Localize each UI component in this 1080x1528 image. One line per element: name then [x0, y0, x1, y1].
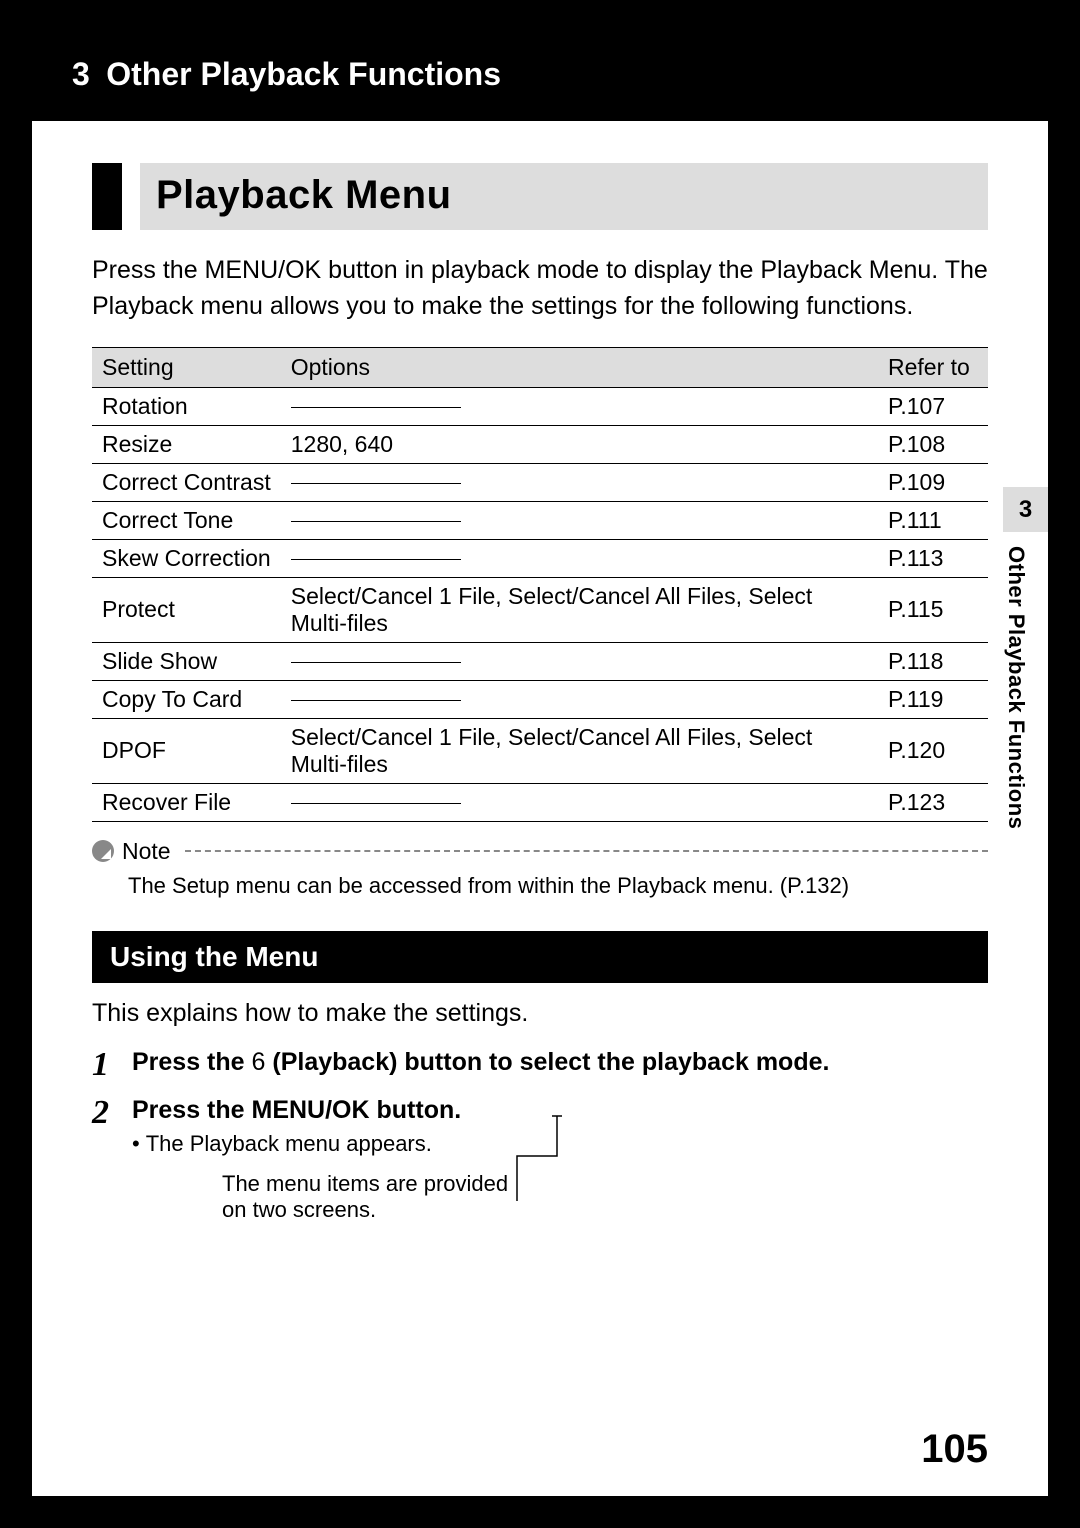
- cell-refer: P.115: [878, 577, 988, 642]
- step-2-sub-text: The Playback menu appears.: [146, 1131, 432, 1156]
- cell-options: [281, 642, 878, 680]
- cell-setting: Rotation: [92, 387, 281, 425]
- title-box: Playback Menu: [140, 163, 988, 230]
- dash-line: [291, 803, 461, 804]
- step-1: 1 Press the 6 (Playback) button to selec…: [92, 1048, 988, 1082]
- section-title-row: Playback Menu: [92, 163, 988, 230]
- table-row: Resize1280, 640P.108: [92, 425, 988, 463]
- cell-refer: P.120: [878, 718, 988, 783]
- explain-paragraph: This explains how to make the settings.: [92, 999, 988, 1028]
- callout: The menu items are provided on two scree…: [222, 1171, 988, 1223]
- table-row: Slide Show P.118: [92, 642, 988, 680]
- cell-refer: P.119: [878, 680, 988, 718]
- table-row: Skew Correction P.113: [92, 539, 988, 577]
- table-row: Recover File P.123: [92, 783, 988, 821]
- cell-setting: Protect: [92, 577, 281, 642]
- cell-options: 1280, 640: [281, 425, 878, 463]
- chapter-title: Other Playback Functions: [106, 56, 501, 92]
- table-row: Correct Tone P.111: [92, 501, 988, 539]
- dash-line: [291, 559, 461, 560]
- settings-table: Setting Options Refer to RotationP.107Re…: [92, 347, 988, 822]
- cell-refer: P.109: [878, 463, 988, 501]
- step-2-sub: •The Playback menu appears.: [132, 1131, 461, 1157]
- callout-leader-line: [482, 1101, 602, 1211]
- cell-setting: Resize: [92, 425, 281, 463]
- cell-options: [281, 783, 878, 821]
- table-row: Correct Contrast P.109: [92, 463, 988, 501]
- callout-text: The menu items are provided on two scree…: [222, 1171, 522, 1223]
- cell-options: [281, 463, 878, 501]
- cell-refer: P.107: [878, 387, 988, 425]
- note-block: Note The Setup menu can be accessed from…: [92, 838, 988, 899]
- intro-paragraph: Press the MENU/OK button in playback mod…: [92, 252, 988, 325]
- step-number: 1: [92, 1048, 132, 1082]
- note-dash-line: [185, 850, 988, 852]
- section-title: Playback Menu: [156, 173, 972, 218]
- note-text: The Setup menu can be accessed from with…: [128, 873, 787, 898]
- page: 3 Other Playback Functions 3 Other Playb…: [32, 32, 1048, 1496]
- content-area: Playback Menu Press the MENU/OK button i…: [32, 121, 1048, 1223]
- th-options: Options: [281, 347, 878, 387]
- device-frame: 3 Other Playback Functions 3 Other Playb…: [0, 0, 1080, 1528]
- cell-refer: P.108: [878, 425, 988, 463]
- cell-refer: P.118: [878, 642, 988, 680]
- note-ref: P.132): [787, 873, 849, 898]
- side-tab-number: 3: [1003, 487, 1048, 532]
- chapter-header: 3 Other Playback Functions: [32, 32, 1048, 121]
- step-1-text-b: (Playback) button to select the playback…: [265, 1048, 829, 1076]
- dash-line: [291, 662, 461, 663]
- dash-line: [291, 700, 461, 701]
- chapter-number: 3: [72, 56, 90, 92]
- cell-setting: DPOF: [92, 718, 281, 783]
- table-row: Copy To Card P.119: [92, 680, 988, 718]
- cell-setting: Slide Show: [92, 642, 281, 680]
- cell-refer: P.113: [878, 539, 988, 577]
- side-tab-label: Other Playback Functions: [1003, 532, 1039, 829]
- cell-options: [281, 680, 878, 718]
- cell-refer: P.111: [878, 501, 988, 539]
- playback-icon: 6: [252, 1048, 266, 1076]
- cell-setting: Skew Correction: [92, 539, 281, 577]
- subheading: Using the Menu: [92, 931, 988, 983]
- cell-options: Select/Cancel 1 File, Select/Cancel All …: [281, 577, 878, 642]
- cell-setting: Correct Contrast: [92, 463, 281, 501]
- cell-setting: Copy To Card: [92, 680, 281, 718]
- note-label: Note: [122, 838, 171, 865]
- dash-line: [291, 521, 461, 522]
- cell-setting: Correct Tone: [92, 501, 281, 539]
- table-row: DPOFSelect/Cancel 1 File, Select/Cancel …: [92, 718, 988, 783]
- cell-options: Select/Cancel 1 File, Select/Cancel All …: [281, 718, 878, 783]
- step-2-text: Press the MENU/OK button.: [132, 1096, 461, 1125]
- page-number: 105: [921, 1427, 988, 1472]
- title-marker: [92, 163, 122, 230]
- note-icon: [92, 840, 114, 862]
- step-1-text-a: Press the: [132, 1048, 252, 1076]
- th-refer: Refer to: [878, 347, 988, 387]
- dash-line: [291, 483, 461, 484]
- note-body: The Setup menu can be accessed from with…: [128, 873, 988, 899]
- cell-setting: Recover File: [92, 783, 281, 821]
- cell-options: [281, 387, 878, 425]
- dash-line: [291, 407, 461, 408]
- th-setting: Setting: [92, 347, 281, 387]
- table-row: Rotation P.107: [92, 387, 988, 425]
- cell-refer: P.123: [878, 783, 988, 821]
- side-tab: 3 Other Playback Functions: [1003, 487, 1048, 829]
- cell-options: [281, 501, 878, 539]
- cell-options: [281, 539, 878, 577]
- step-number: 2: [92, 1096, 132, 1130]
- table-row: ProtectSelect/Cancel 1 File, Select/Canc…: [92, 577, 988, 642]
